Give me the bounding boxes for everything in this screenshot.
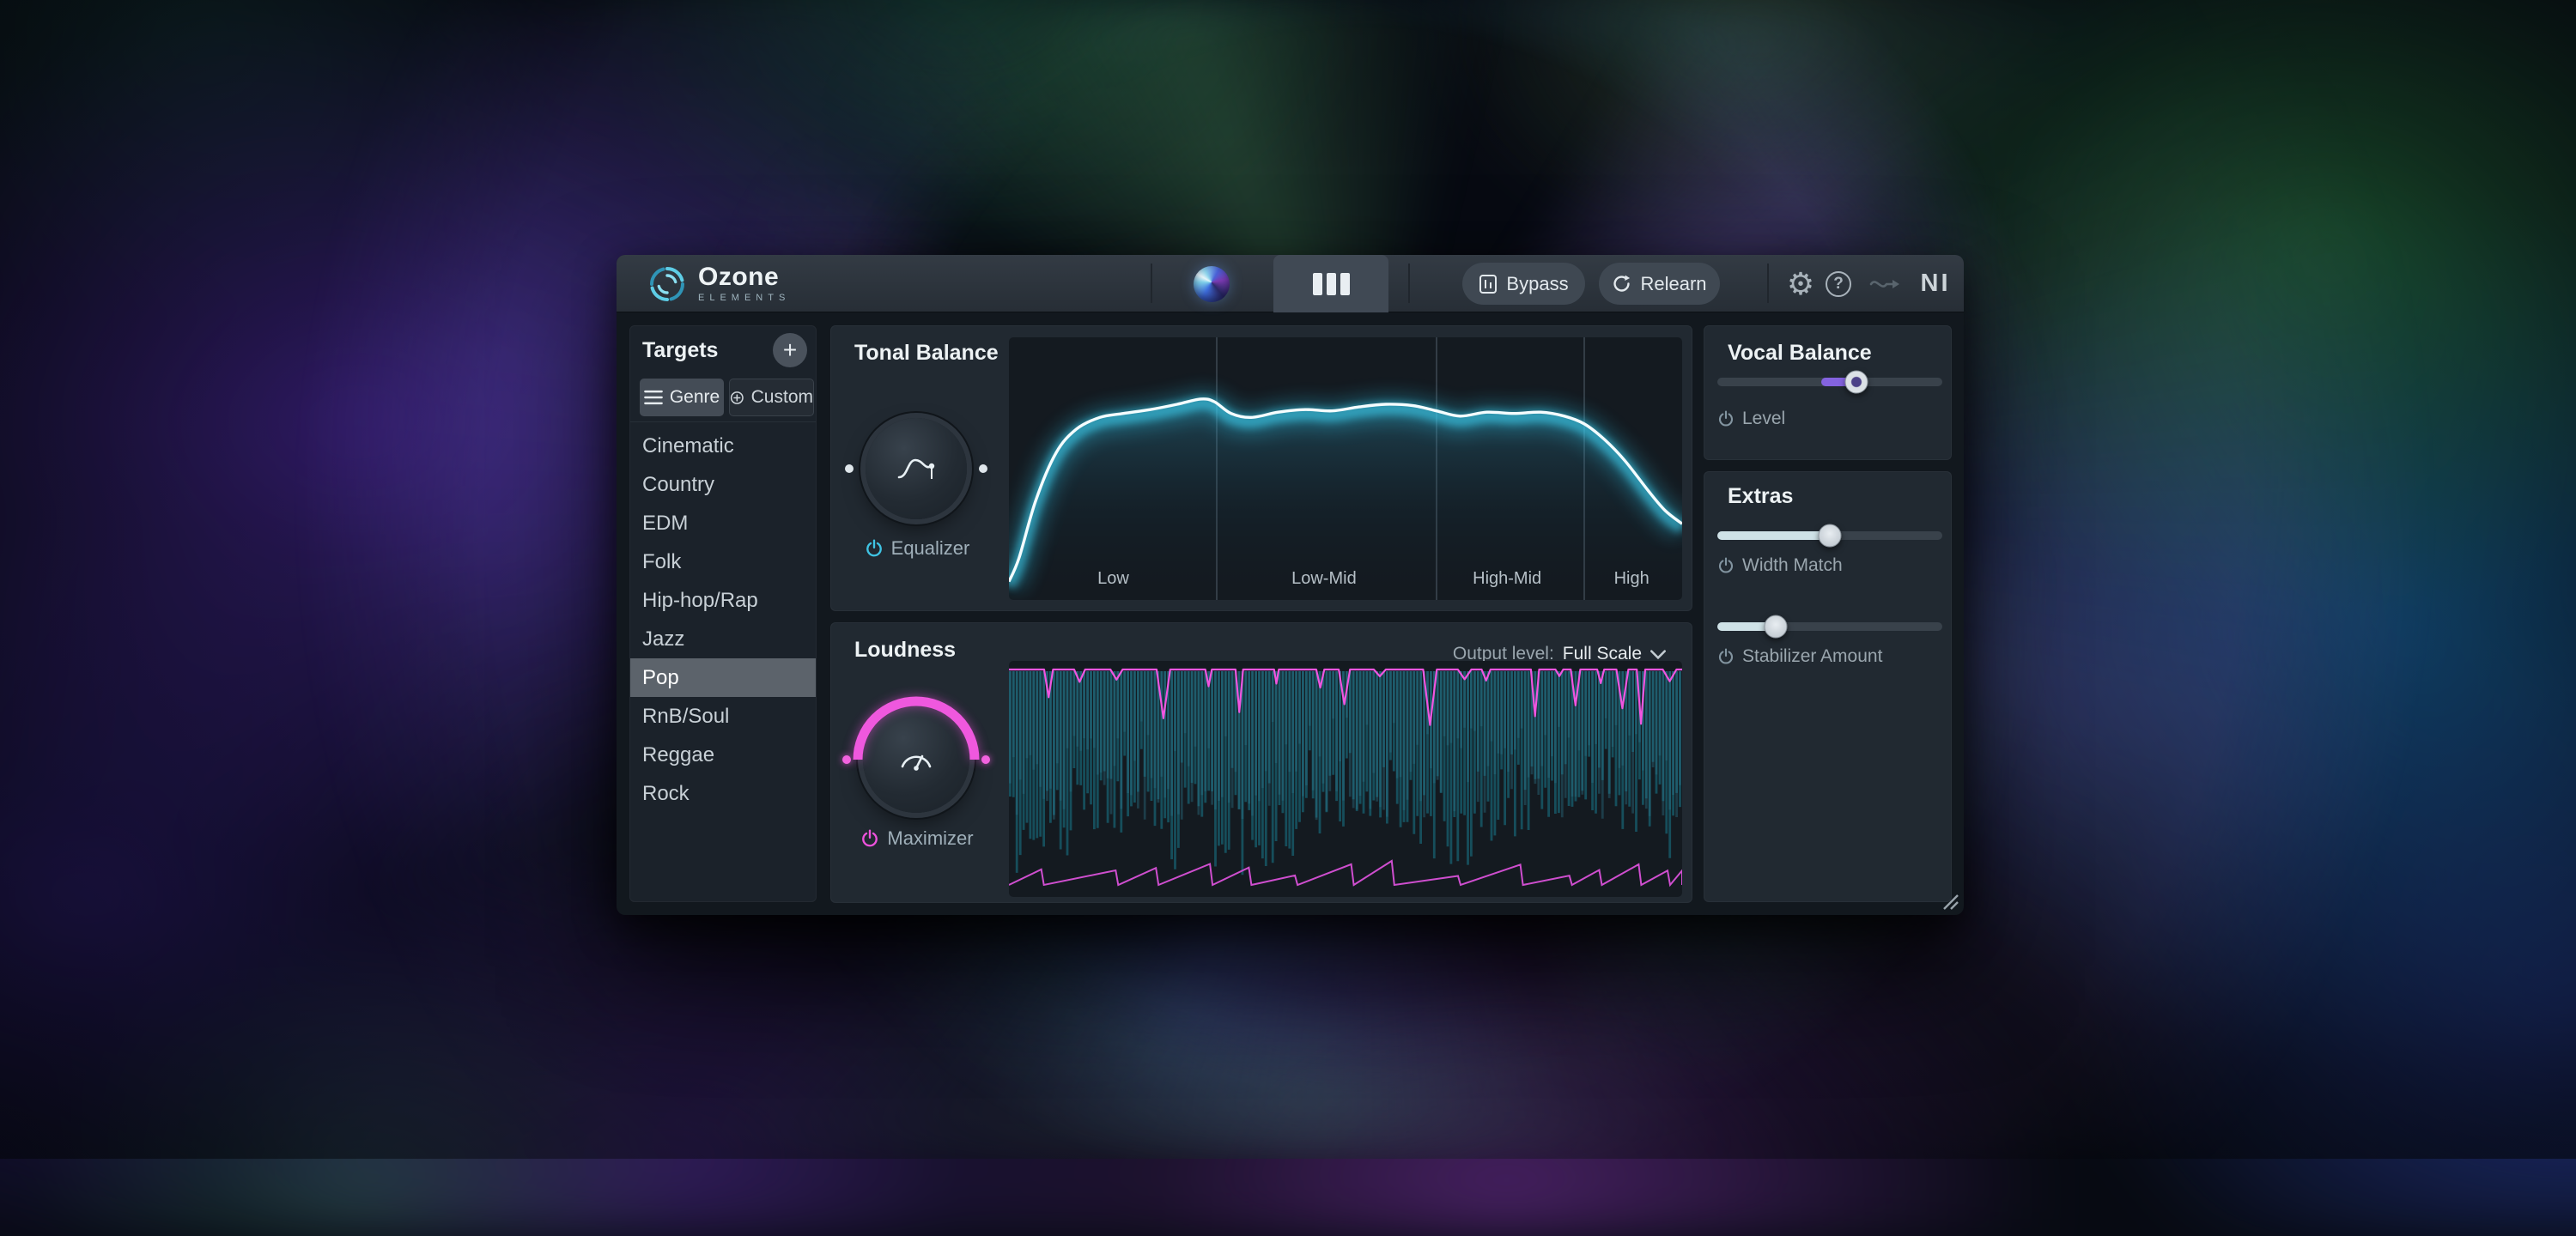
genre-item[interactable]: RnB/Soul <box>630 697 816 736</box>
bypass-button[interactable]: Bypass <box>1462 263 1585 305</box>
plugin-window: Ozone ELEMENTS Bypass Relearn <box>617 255 1964 915</box>
add-target-button[interactable]: + <box>773 333 807 367</box>
app-title: Ozone <box>698 264 790 290</box>
stabilizer-label: Stabilizer Amount <box>1742 646 1882 667</box>
genre-item[interactable]: Jazz <box>630 620 816 658</box>
loudness-panel: Loudness Output level: Full Scale <box>830 622 1692 903</box>
equalizer-knob[interactable] <box>866 418 967 519</box>
slider-thumb[interactable] <box>1845 371 1868 394</box>
stabilizer-power-icon[interactable] <box>1717 648 1735 665</box>
genre-item[interactable]: Rock <box>630 774 816 813</box>
genre-item[interactable]: Pop <box>630 658 816 697</box>
genre-item[interactable]: EDM <box>630 504 816 542</box>
tonal-curve-svg <box>1009 337 1682 600</box>
topbar: Ozone ELEMENTS Bypass Relearn <box>617 255 1964 312</box>
genre-item[interactable]: Country <box>630 465 816 504</box>
stabilizer-slider <box>1717 615 1942 639</box>
band-label: High-Mid <box>1473 569 1541 589</box>
maximizer-module-row[interactable]: Maximizer <box>831 827 1003 850</box>
signal-flow-icon[interactable] <box>1863 255 1906 312</box>
view-tab-chain[interactable] <box>1273 255 1388 312</box>
vocal-balance-panel: Vocal Balance Level <box>1704 325 1952 460</box>
band-label: Low-Mid <box>1291 569 1357 589</box>
bypass-label: Bypass <box>1506 273 1568 295</box>
width-match-power-icon[interactable] <box>1717 557 1735 574</box>
width-match-label-row: Width Match <box>1717 555 1843 576</box>
ozone-logo: Ozone ELEMENTS <box>647 255 790 312</box>
band-label: High <box>1614 569 1649 589</box>
tonal-balance-title: Tonal Balance <box>854 341 999 366</box>
tab-custom[interactable]: Custom <box>729 379 814 416</box>
equalizer-module-row[interactable]: Equalizer <box>831 537 1003 560</box>
genre-list: CinematicCountryEDMFolkHip-hop/RapJazzPo… <box>630 427 816 813</box>
width-match-slider <box>1717 524 1942 548</box>
hamburger-icon <box>644 388 663 407</box>
tab-genre-label: Genre <box>670 387 720 408</box>
resize-handle[interactable] <box>1937 888 1959 911</box>
chevron-down-icon <box>1650 650 1666 659</box>
maximizer-power-icon[interactable] <box>860 829 879 848</box>
targets-panel: Targets + Genre Custom CinematicCountryE… <box>629 325 817 902</box>
stabilizer-label-row: Stabilizer Amount <box>1717 646 1882 667</box>
slider-thumb[interactable] <box>1765 615 1788 639</box>
slider-track[interactable] <box>1717 378 1942 386</box>
logo-spiral-icon <box>647 264 687 304</box>
chain-view-icon <box>1313 273 1350 295</box>
genre-item[interactable]: Folk <box>630 542 816 581</box>
equalizer-label: Equalizer <box>891 537 970 560</box>
slider-fill <box>1717 531 1830 540</box>
maximizer-label: Maximizer <box>887 827 973 850</box>
relearn-label: Relearn <box>1640 273 1706 295</box>
width-match-label: Width Match <box>1742 555 1843 576</box>
slider-track[interactable] <box>1717 622 1942 631</box>
gauge-glyph <box>894 741 939 779</box>
bypass-meter-icon <box>1479 274 1498 294</box>
targets-title: Targets <box>642 338 718 363</box>
gear-icon[interactable]: ⚙ <box>1782 255 1820 312</box>
tab-custom-label: Custom <box>751 387 813 408</box>
equalizer-power-icon[interactable] <box>865 539 884 558</box>
knob-max-dot <box>979 464 987 473</box>
knob-min-dot <box>845 464 854 473</box>
relearn-refresh-icon <box>1612 274 1631 294</box>
view-tab-assistant[interactable] <box>1170 255 1253 312</box>
circle-plus-icon <box>730 391 744 405</box>
relearn-button[interactable]: Relearn <box>1599 263 1720 305</box>
slider-thumb[interactable] <box>1819 524 1842 548</box>
genre-item[interactable]: Reggae <box>630 736 816 774</box>
loudness-title: Loudness <box>854 638 956 663</box>
vocal-balance-title: Vocal Balance <box>1728 341 1872 366</box>
topbar-divider <box>1151 264 1152 303</box>
extras-panel: Extras Width Match Stabiliz <box>1704 471 1952 902</box>
genre-item[interactable]: Cinematic <box>630 427 816 465</box>
eq-curve-glyph <box>894 450 939 488</box>
loudness-waveform-display <box>1009 661 1682 897</box>
assistant-sphere-icon <box>1194 266 1230 302</box>
level-label-row: Level <box>1717 409 1785 429</box>
app-subtitle: ELEMENTS <box>698 294 790 303</box>
topbar-divider <box>1408 264 1410 303</box>
help-icon[interactable]: ? <box>1821 255 1856 312</box>
sidebar-separator <box>630 421 816 422</box>
topbar-divider <box>1767 264 1769 303</box>
tonal-spectrum-display: Low Low-Mid High-Mid High <box>1009 337 1682 600</box>
tonal-balance-panel: Tonal Balance Equalizer <box>830 325 1692 611</box>
loudness-waveform-svg <box>1009 661 1682 897</box>
maximizer-knob[interactable] <box>863 706 969 813</box>
level-slider <box>1717 370 1942 394</box>
level-power-icon[interactable] <box>1717 410 1735 427</box>
plus-icon: + <box>783 336 797 364</box>
tab-genre[interactable]: Genre <box>640 379 724 416</box>
genre-item[interactable]: Hip-hop/Rap <box>630 581 816 620</box>
ni-logo: NI <box>1913 255 1958 312</box>
band-label: Low <box>1097 569 1129 589</box>
level-label: Level <box>1742 409 1785 429</box>
extras-title: Extras <box>1728 484 1793 509</box>
